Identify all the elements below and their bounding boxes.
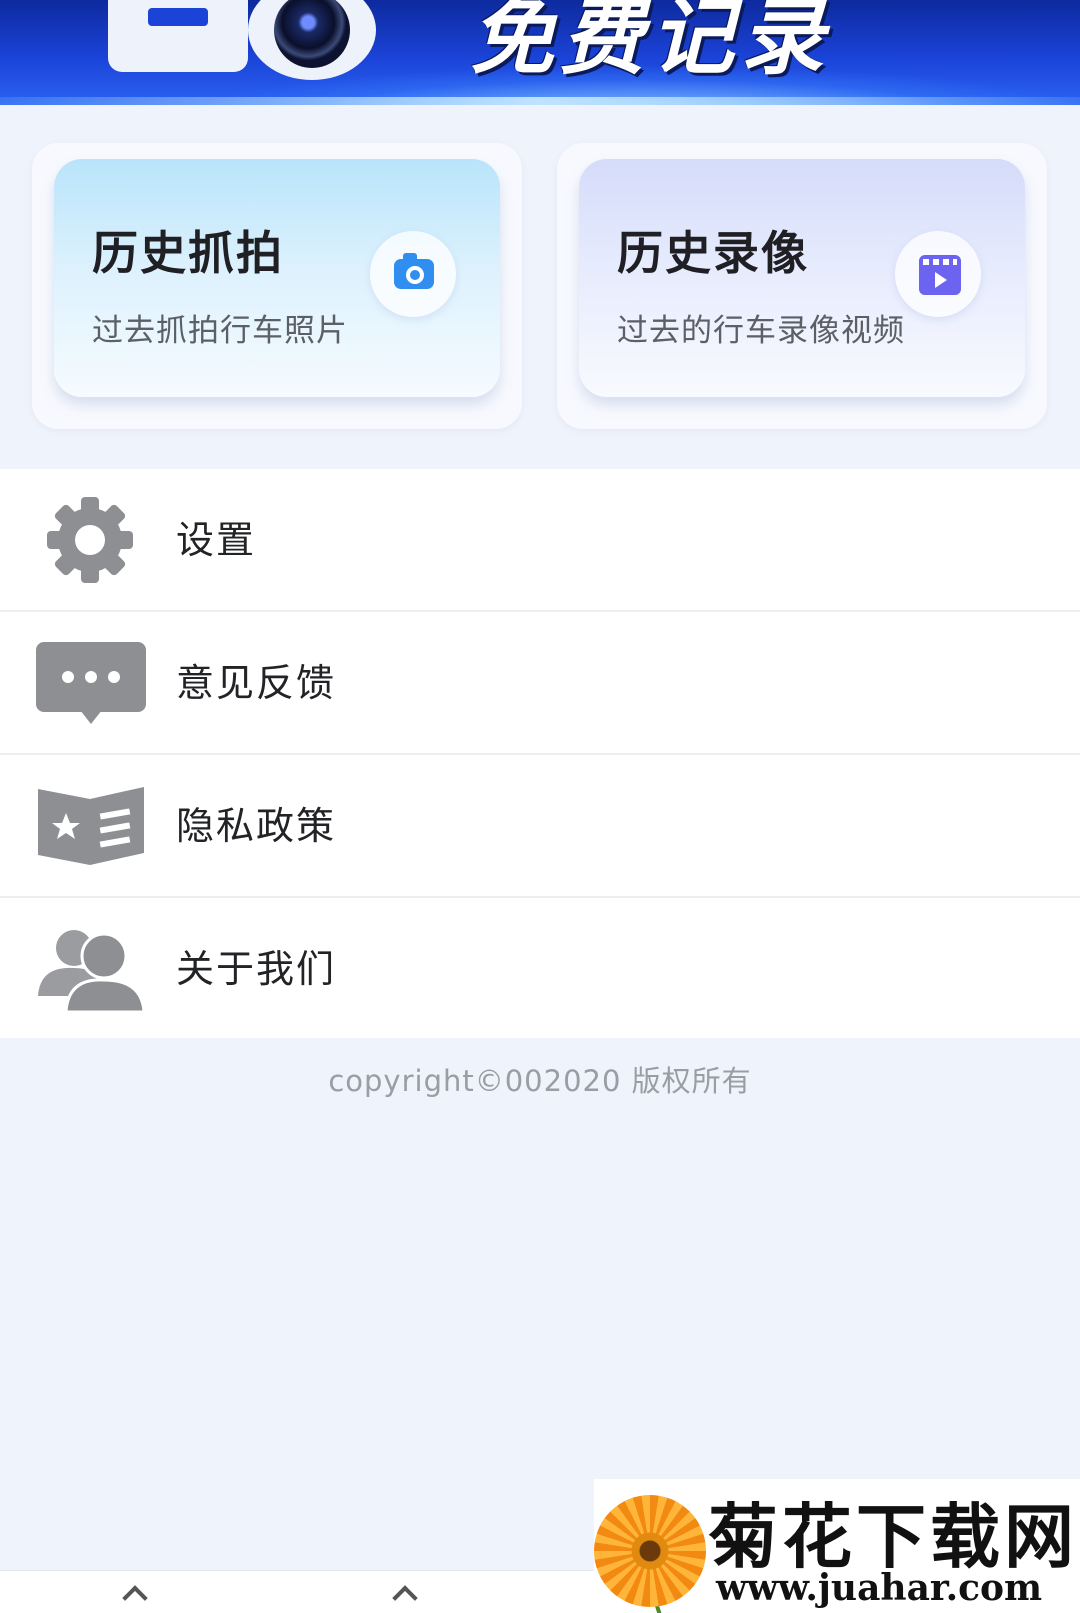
chat-bubble-icon — [36, 642, 146, 724]
nav-home-icon[interactable] — [122, 1585, 148, 1611]
watermark: 菊花下载网 www.juahar.com — [594, 1479, 1080, 1613]
card-body: 历史抓拍 过去抓拍行车照片 — [54, 159, 500, 397]
settings-menu: 设置 意见反馈 隐私政策 关于我们 — [0, 469, 1080, 1038]
card-subtitle: 过去的行车录像视频 — [617, 313, 905, 349]
gear-icon — [47, 497, 133, 583]
menu-item-about-us[interactable]: 关于我们 — [0, 898, 1080, 1038]
menu-item-privacy-policy[interactable]: 隐私政策 — [0, 755, 1080, 898]
history-snapshots-card[interactable]: 历史抓拍 过去抓拍行车照片 — [32, 143, 522, 429]
camera-icon — [370, 231, 456, 317]
flower-logo-icon — [594, 1495, 706, 1607]
banner-title: 免费记录 — [470, 0, 831, 86]
nav-back-icon[interactable] — [392, 1585, 418, 1611]
top-banner: 免费记录 — [0, 0, 1080, 105]
policy-book-icon — [38, 787, 144, 865]
history-recordings-card[interactable]: 历史录像 过去的行车录像视频 — [557, 143, 1047, 429]
camera-lens-icon — [248, 0, 376, 80]
menu-item-label: 关于我们 — [176, 947, 337, 991]
users-icon — [38, 930, 146, 1012]
quick-access-cards: 历史抓拍 过去抓拍行车照片 历史录像 过去的行车录像视频 — [0, 105, 1080, 469]
copyright-text: copyright©002020 版权所有 — [328, 1064, 752, 1098]
watermark-url: www.juahar.com — [716, 1567, 1043, 1609]
menu-item-settings[interactable]: 设置 — [0, 469, 1080, 612]
card-title: 历史录像 — [617, 226, 809, 280]
menu-item-label: 意见反馈 — [176, 661, 337, 705]
menu-item-label: 设置 — [176, 518, 257, 562]
video-clip-icon — [895, 231, 981, 317]
menu-item-feedback[interactable]: 意见反馈 — [0, 612, 1080, 755]
banner-logo-shape — [108, 0, 248, 72]
card-title: 历史抓拍 — [92, 226, 284, 280]
card-body: 历史录像 过去的行车录像视频 — [579, 159, 1025, 397]
menu-item-label: 隐私政策 — [176, 804, 337, 848]
card-subtitle: 过去抓拍行车照片 — [92, 313, 348, 349]
